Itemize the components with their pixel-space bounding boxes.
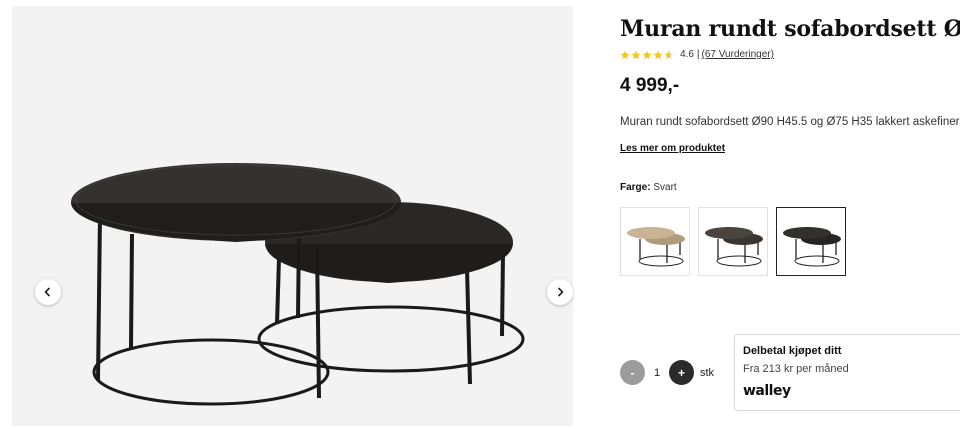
color-label: Farge: Svart bbox=[620, 182, 677, 193]
product-price: 4 999,- bbox=[620, 75, 680, 96]
financing-subtitle: Fra 213 kr per måned bbox=[743, 363, 849, 375]
rating-stars bbox=[620, 50, 675, 60]
quantity-unit: stk bbox=[700, 366, 715, 379]
product-image bbox=[71, 163, 525, 406]
quantity-increase-button[interactable]: + bbox=[669, 360, 694, 385]
financing-title: Delbetal kjøpet ditt bbox=[743, 345, 842, 357]
product-title: Muran rundt sofabordsett Ø90 bbox=[620, 16, 960, 42]
color-value: Svart bbox=[653, 182, 677, 193]
financing-widget[interactable]: Delbetal kjøpet ditt Fra 213 kr per måne… bbox=[734, 334, 960, 411]
rating-separator: | bbox=[696, 49, 700, 60]
gallery-next-button[interactable] bbox=[547, 279, 573, 305]
walley-logo: walley bbox=[743, 383, 791, 399]
color-swatches bbox=[620, 207, 854, 276]
quantity-decrease-button[interactable]: - bbox=[620, 360, 645, 385]
read-more-link[interactable]: Les mer om produktet bbox=[620, 143, 725, 154]
chevron-right-icon bbox=[557, 287, 564, 297]
quantity-input[interactable] bbox=[645, 366, 669, 379]
product-image-gallery[interactable] bbox=[12, 6, 573, 426]
rating-count-link[interactable]: (67 Vurderinger) bbox=[702, 49, 774, 60]
chevron-left-icon bbox=[44, 287, 51, 297]
star-icon bbox=[631, 50, 641, 59]
swatch-black-image bbox=[783, 226, 841, 266]
quantity-stepper: - + stk bbox=[620, 360, 714, 385]
rating-value: 4.6 bbox=[680, 49, 694, 60]
swatch-dark-brown-image bbox=[705, 226, 763, 266]
swatch-natural-oak-image bbox=[627, 226, 685, 266]
star-icon bbox=[653, 50, 663, 59]
gallery-prev-button[interactable] bbox=[35, 279, 61, 305]
color-label-key: Farge: bbox=[620, 182, 651, 193]
star-icon bbox=[664, 50, 674, 59]
swatch-black[interactable] bbox=[776, 207, 846, 276]
star-icon bbox=[642, 50, 652, 59]
swatch-natural-oak[interactable] bbox=[620, 207, 690, 276]
swatch-dark-brown[interactable] bbox=[698, 207, 768, 276]
product-rating: 4.6 | (67 Vurderinger) bbox=[620, 49, 774, 60]
product-description: Muran rundt sofabordsett Ø90 H45.5 og Ø7… bbox=[620, 116, 960, 128]
star-icon bbox=[620, 50, 630, 59]
